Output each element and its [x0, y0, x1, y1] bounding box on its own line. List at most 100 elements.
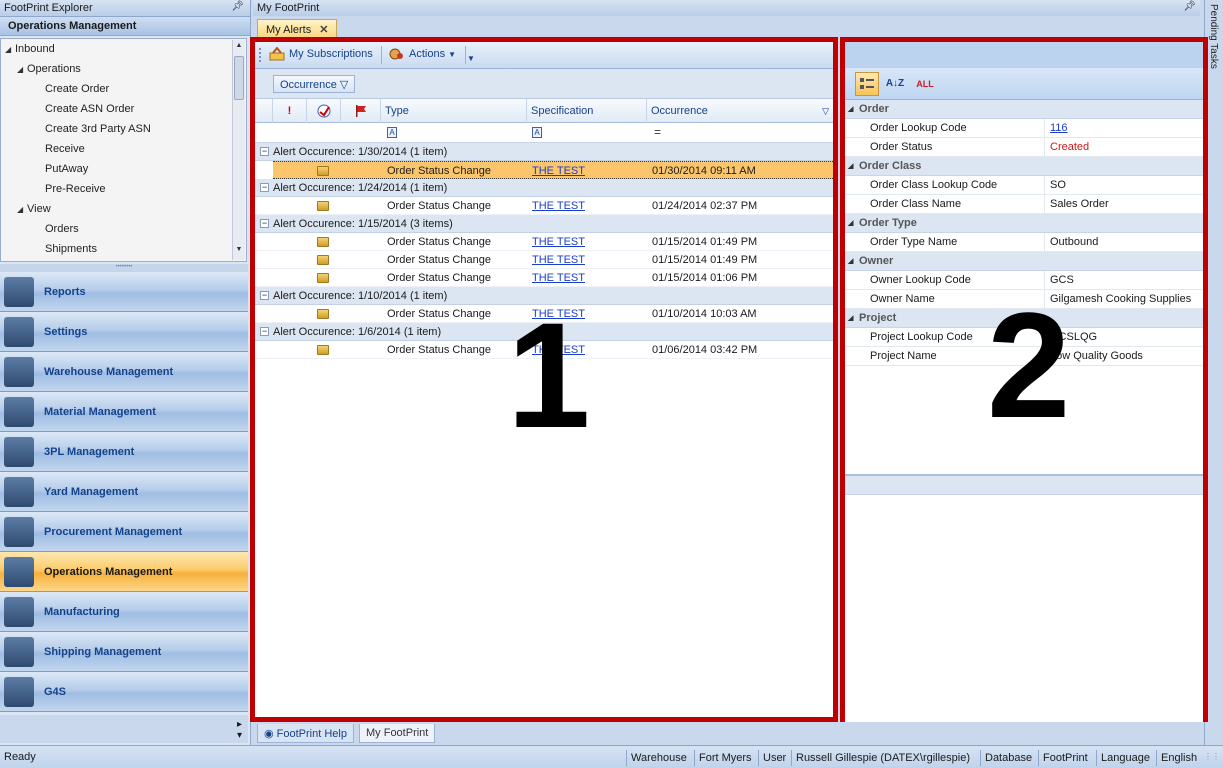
- status-column-icon[interactable]: [307, 99, 341, 123]
- explorer-splitter[interactable]: ••••••••: [0, 264, 248, 272]
- tree-scrollbar[interactable]: ▲ ▼: [232, 40, 245, 260]
- property-row[interactable]: Order Class Lookup Code SO: [845, 176, 1203, 195]
- nav-configure-icon[interactable]: ▸ ▾: [237, 719, 242, 741]
- alert-row[interactable]: Order Status Change THE TEST 01/30/2014 09…: [273, 161, 833, 179]
- pin-icon[interactable]: 📌︎: [1183, 1, 1196, 12]
- expand-triangle-icon[interactable]: ◢: [5, 40, 15, 60]
- property-category[interactable]: ◢ Owner: [845, 252, 1203, 271]
- property-value[interactable]: 116: [1050, 119, 1068, 138]
- tree-item[interactable]: Orders: [1, 219, 246, 239]
- my-subscriptions-button[interactable]: My Subscriptions: [269, 47, 373, 61]
- alert-group-row[interactable]: − Alert Occurence: 1/30/2014 (1 item): [255, 143, 833, 161]
- property-category[interactable]: ◢ Order: [845, 100, 1203, 119]
- property-row[interactable]: Order Class Name Sales Order: [845, 195, 1203, 214]
- explorer-tree: ◢ Inbound ◢ Operations Create Order Create AS…: [0, 38, 247, 262]
- alert-row[interactable]: Order Status Change THE TEST 01/15/2014 01…: [255, 251, 833, 269]
- g4s-icon: [4, 677, 34, 707]
- expand-triangle-icon[interactable]: ◢: [17, 60, 27, 80]
- nav-shipping-management[interactable]: Shipping Management: [0, 632, 248, 672]
- nav-settings[interactable]: Settings: [0, 312, 248, 352]
- alert-row[interactable]: Order Status Change THE TEST 01/24/2014 02…: [255, 197, 833, 215]
- close-icon[interactable]: ✕: [319, 24, 328, 36]
- alert-row[interactable]: Order Status Change THE TEST 01/15/2014 01…: [255, 269, 833, 287]
- tree-item[interactable]: Pre-Receive: [1, 179, 246, 199]
- tree-item-label: Pre-Receive: [45, 183, 106, 195]
- tree-item[interactable]: Receive: [1, 139, 246, 159]
- property-name: Order Class Name: [845, 195, 1045, 214]
- alphabetical-sort-icon[interactable]: A↓Z: [883, 72, 907, 96]
- alert-specification-link[interactable]: THE TEST: [532, 233, 585, 251]
- nav-3pl-management[interactable]: 3PL Management: [0, 432, 248, 472]
- alert-specification-link[interactable]: THE TEST: [532, 251, 585, 269]
- property-category[interactable]: ◢ Order Type: [845, 214, 1203, 233]
- collapse-triangle-icon[interactable]: ◢: [848, 157, 853, 176]
- tree-item[interactable]: Shipments: [1, 239, 246, 259]
- tab-footprint-help[interactable]: ◉ FootPrint Help: [257, 724, 354, 743]
- occurrence-filter-operator[interactable]: =: [654, 125, 661, 139]
- show-all-button[interactable]: ALL: [913, 72, 937, 96]
- column-specification[interactable]: Specification: [527, 99, 647, 123]
- column-occurrence[interactable]: Occurrence ▽: [647, 99, 833, 123]
- nav-manufacturing[interactable]: Manufacturing: [0, 592, 248, 632]
- flag-column-icon[interactable]: [341, 99, 381, 123]
- type-filter-icon[interactable]: A: [387, 127, 397, 138]
- property-row[interactable]: Order Type Name Outbound: [845, 233, 1203, 252]
- collapse-icon[interactable]: −: [260, 147, 269, 156]
- tree-item[interactable]: Create ASN Order: [1, 99, 246, 119]
- collapse-icon[interactable]: −: [260, 183, 269, 192]
- tree-item[interactable]: Create 3rd Party ASN: [1, 119, 246, 139]
- toolbar-overflow-icon[interactable]: ▼: [467, 54, 475, 63]
- nav-label: Settings: [44, 326, 88, 338]
- alert-group-row[interactable]: − Alert Occurence: 1/15/2014 (3 items): [255, 215, 833, 233]
- tab-footprint-help-label: FootPrint Help: [276, 728, 347, 740]
- nav-g4s[interactable]: G4S: [0, 672, 248, 712]
- tree-item-label: View: [27, 203, 51, 215]
- tree-item[interactable]: PutAway: [1, 159, 246, 179]
- alert-row[interactable]: Order Status Change THE TEST 01/15/2014 01…: [255, 233, 833, 251]
- alert-specification-link[interactable]: THE TEST: [532, 162, 585, 180]
- property-row[interactable]: Order Status Created: [845, 138, 1203, 157]
- categorized-view-button[interactable]: [855, 72, 879, 96]
- nav-material-management[interactable]: Material Management: [0, 392, 248, 432]
- priority-column-icon[interactable]: !: [273, 99, 307, 123]
- nav-yard-management[interactable]: Yard Management: [0, 472, 248, 512]
- scroll-down-icon[interactable]: ▼: [233, 246, 245, 258]
- resize-grip-icon[interactable]: ⋮⋮: [1204, 752, 1220, 761]
- nav-warehouse-management[interactable]: Warehouse Management: [0, 352, 248, 392]
- property-category[interactable]: ◢ Order Class: [845, 157, 1203, 176]
- alert-specification-link[interactable]: THE TEST: [532, 197, 585, 215]
- alert-group-row[interactable]: − Alert Occurence: 1/24/2014 (1 item): [255, 179, 833, 197]
- collapse-triangle-icon[interactable]: ◢: [848, 309, 853, 328]
- specification-filter-icon[interactable]: A: [532, 127, 542, 138]
- column-type[interactable]: Type: [381, 99, 527, 123]
- sort-icon: ▽: [339, 79, 349, 91]
- alert-type: Order Status Change: [387, 236, 491, 248]
- property-category-label: Order Type: [859, 217, 917, 229]
- tab-my-footprint[interactable]: My FootPrint: [359, 724, 436, 743]
- alert-specification-link[interactable]: THE TEST: [532, 269, 585, 287]
- tree-item[interactable]: ◢ Operations: [1, 59, 246, 79]
- collapse-icon[interactable]: −: [260, 219, 269, 228]
- property-row[interactable]: Order Lookup Code 116: [845, 119, 1203, 138]
- collapse-icon[interactable]: −: [260, 291, 269, 300]
- nav-operations-management[interactable]: Operations Management: [0, 552, 248, 592]
- expand-triangle-icon[interactable]: ◢: [17, 200, 27, 220]
- collapse-triangle-icon[interactable]: ◢: [848, 252, 853, 271]
- pin-icon[interactable]: 📌︎: [231, 1, 244, 12]
- nav-procurement-management[interactable]: Procurement Management: [0, 512, 248, 552]
- collapse-icon[interactable]: −: [260, 327, 269, 336]
- scroll-up-icon[interactable]: ▲: [233, 42, 245, 54]
- tab-my-alerts[interactable]: My Alerts ✕: [257, 19, 338, 38]
- collapse-triangle-icon[interactable]: ◢: [848, 214, 853, 233]
- status-database: FootPrint: [1038, 750, 1092, 766]
- nav-reports[interactable]: Reports: [0, 272, 248, 312]
- group-chip-occurrence[interactable]: Occurrence ▽: [273, 75, 356, 93]
- scroll-thumb[interactable]: [234, 56, 244, 100]
- envelope-icon: [317, 273, 329, 283]
- tree-item[interactable]: Create Order: [1, 79, 246, 99]
- actions-button[interactable]: Actions ▼: [389, 47, 456, 61]
- tree-item[interactable]: ◢ View: [1, 199, 246, 219]
- tree-item[interactable]: ◢ Inbound: [1, 39, 246, 59]
- collapse-triangle-icon[interactable]: ◢: [848, 100, 853, 119]
- toolbar-grip[interactable]: [259, 48, 261, 62]
